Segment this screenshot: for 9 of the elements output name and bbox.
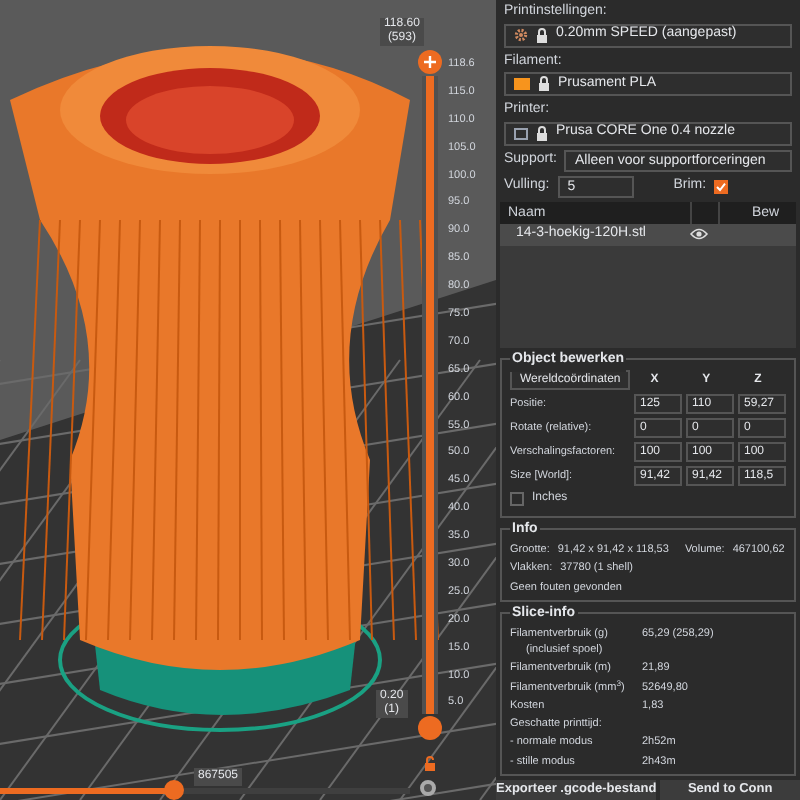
lock-icon (536, 125, 548, 141)
brim-checkbox[interactable] (714, 179, 729, 193)
lock-icon (538, 76, 550, 92)
eye-icon[interactable] (690, 228, 708, 240)
unlocked-icon (424, 756, 436, 772)
lock-icon (536, 27, 548, 43)
slider-handle[interactable] (418, 50, 442, 74)
printer-icon (514, 127, 528, 139)
inches-checkbox[interactable] (510, 492, 524, 507)
